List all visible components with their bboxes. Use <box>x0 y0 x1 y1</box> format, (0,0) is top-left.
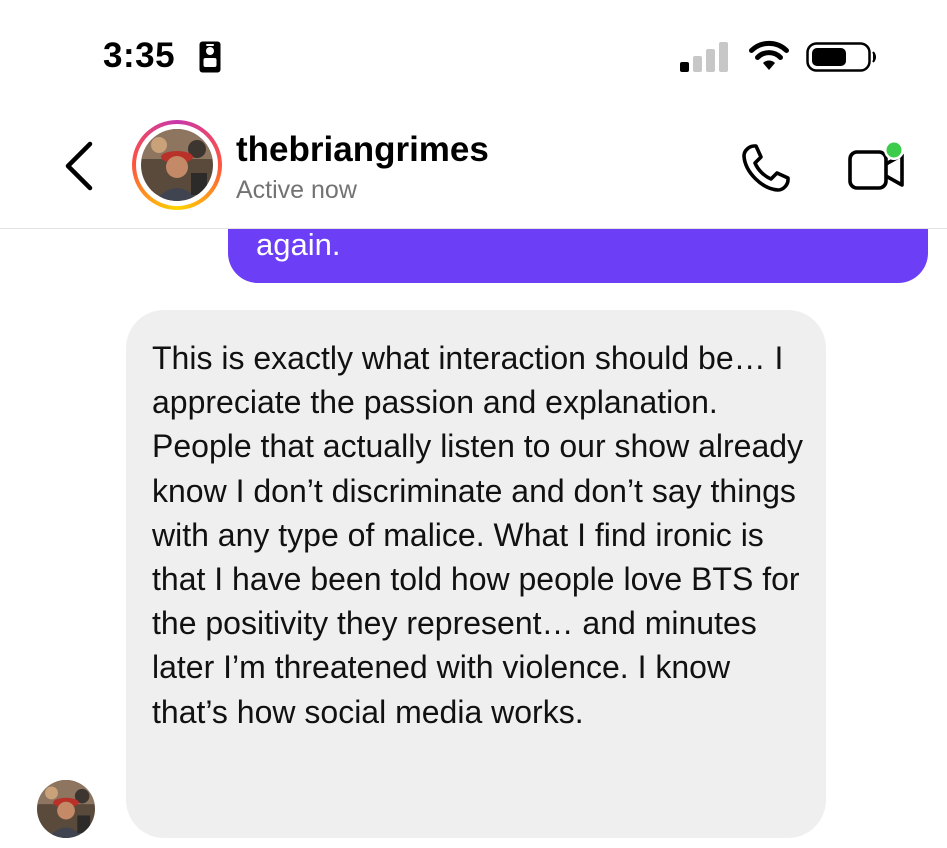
active-status: Active now <box>236 176 357 204</box>
incoming-message-bubble[interactable]: This is exactly what interaction should … <box>126 310 826 838</box>
incoming-message-text: This is exactly what interaction should … <box>152 340 804 730</box>
video-camera-icon[interactable] <box>846 138 908 196</box>
phone-icon[interactable] <box>738 140 794 196</box>
avatar-ring-inner <box>136 124 218 206</box>
chat-header: thebriangrimes Active now <box>0 110 947 229</box>
avatar-photo <box>141 129 213 201</box>
status-bar: 3:35 <box>0 0 947 110</box>
status-time: 3:35 <box>103 36 176 75</box>
outgoing-message-text: again. <box>256 229 341 262</box>
message-thread[interactable]: again. This is exactly what interaction … <box>0 229 947 848</box>
back-chevron-icon[interactable] <box>60 140 100 192</box>
contact-avatar[interactable] <box>132 120 222 210</box>
contact-username[interactable]: thebriangrimes <box>236 130 489 170</box>
sender-avatar-photo <box>37 780 95 838</box>
signal-icon <box>680 42 728 72</box>
online-dot <box>886 142 902 158</box>
id-badge-icon <box>199 41 221 73</box>
wifi-icon <box>749 40 789 70</box>
dm-chat-screen: 3:35 thebriangrimes Active now again. Th… <box>0 0 947 848</box>
outgoing-message-bubble[interactable]: again. <box>228 229 928 283</box>
sender-avatar[interactable] <box>37 780 95 838</box>
battery-icon <box>806 42 876 72</box>
